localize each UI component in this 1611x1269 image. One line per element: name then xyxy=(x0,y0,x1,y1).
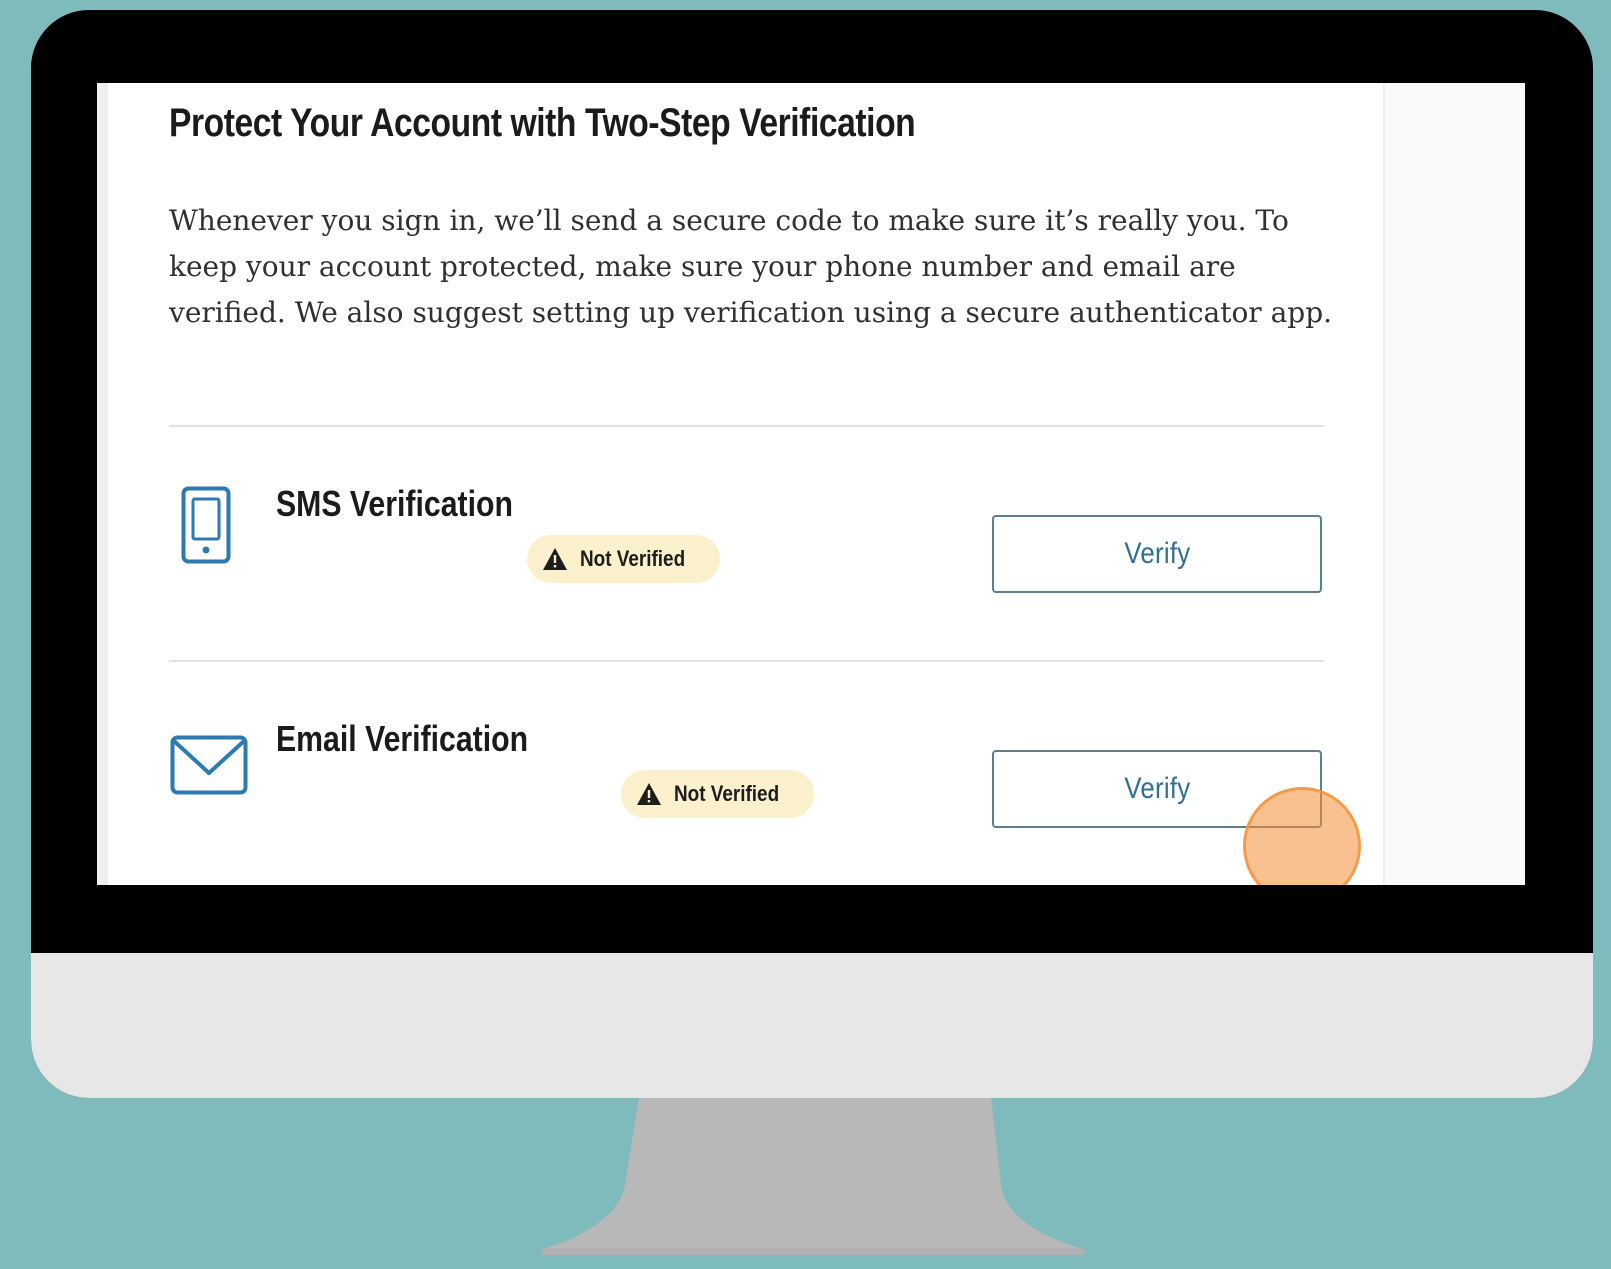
verify-sms-button[interactable]: Verify xyxy=(992,515,1322,593)
page-title: Protect Your Account with Two-Step Verif… xyxy=(169,101,916,145)
status-badge-label: Not Verified xyxy=(674,781,780,806)
two-step-verification-card: Protect Your Account with Two-Step Verif… xyxy=(108,83,1383,885)
sms-verification-title: SMS Verification xyxy=(276,483,513,524)
warning-icon xyxy=(637,783,661,805)
verify-email-button[interactable]: Verify xyxy=(992,750,1322,828)
phone-icon xyxy=(181,486,231,564)
divider xyxy=(169,660,1324,662)
divider xyxy=(169,425,1324,427)
status-badge: Not Verified xyxy=(621,770,815,818)
monitor-chin xyxy=(31,953,1593,1098)
side-panel xyxy=(1383,83,1525,885)
monitor-frame: Protect Your Account with Two-Step Verif… xyxy=(31,10,1593,1098)
status-badge-label: Not Verified xyxy=(580,546,686,571)
mail-icon xyxy=(170,735,248,795)
email-verification-title: Email Verification xyxy=(276,718,529,759)
screen: Protect Your Account with Two-Step Verif… xyxy=(97,83,1525,885)
status-badge: Not Verified xyxy=(527,535,721,583)
warning-icon xyxy=(543,548,567,570)
verify-button-label: Verify xyxy=(1123,772,1191,805)
verify-button-label: Verify xyxy=(1123,537,1191,570)
page-description: Whenever you sign in, we’ll send a secur… xyxy=(169,204,1333,329)
screen-left-edge xyxy=(97,83,108,885)
